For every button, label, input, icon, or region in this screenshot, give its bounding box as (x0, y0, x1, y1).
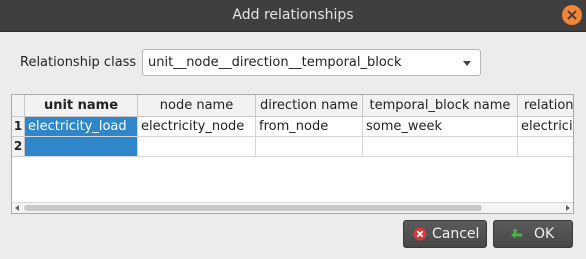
table-cell-direction-name[interactable] (256, 137, 363, 157)
table-cell-unit-name[interactable]: electricity_load (25, 117, 138, 137)
table-cell-relation[interactable] (518, 137, 573, 157)
scroll-right-arrow-icon[interactable] (566, 205, 570, 211)
column-header-temporal-block-name[interactable]: temporal_block name (363, 95, 518, 117)
table-cell-temporal-block-name[interactable]: some_week (363, 117, 518, 137)
column-header-direction-name[interactable]: direction name (256, 95, 363, 117)
ok-icon (511, 229, 522, 239)
scroll-left-arrow-icon[interactable] (15, 205, 19, 211)
table-cell-relation[interactable]: electrici (518, 117, 573, 137)
close-icon (567, 10, 577, 20)
table-cell-node-name[interactable] (138, 137, 256, 157)
table-cell-direction-name[interactable]: from_node (256, 117, 363, 137)
relationship-class-combobox[interactable]: unit__node__direction__temporal_block (142, 49, 481, 76)
cancel-label: Cancel (432, 226, 480, 242)
relationship-class-label: Relationship class (20, 55, 137, 70)
relationship-class-value: unit__node__direction__temporal_block (148, 55, 402, 70)
title-bar: Add relationships (0, 0, 586, 32)
ok-button[interactable]: OK (493, 220, 573, 248)
table-corner[interactable] (12, 95, 25, 117)
table-cell-node-name[interactable]: electricity_node (138, 117, 256, 137)
scrollbar-thumb[interactable] (24, 205, 482, 211)
chevron-down-icon (463, 61, 471, 66)
row-header[interactable]: 2 (12, 137, 25, 157)
relationships-table: unit name node name direction name tempo… (11, 94, 574, 214)
row-header[interactable]: 1 (12, 117, 25, 137)
horizontal-scrollbar[interactable] (12, 202, 573, 213)
ok-label: OK (534, 226, 555, 242)
column-header-node-name[interactable]: node name (138, 95, 256, 117)
cancel-icon (413, 227, 427, 241)
column-header-relation[interactable]: relation (518, 95, 573, 117)
table-cell-temporal-block-name[interactable] (363, 137, 518, 157)
window-title: Add relationships (232, 7, 354, 23)
cancel-button[interactable]: Cancel (403, 220, 487, 248)
close-button[interactable] (562, 5, 582, 25)
table-cell-unit-name[interactable] (25, 137, 138, 157)
column-header-unit-name[interactable]: unit name (25, 95, 138, 117)
